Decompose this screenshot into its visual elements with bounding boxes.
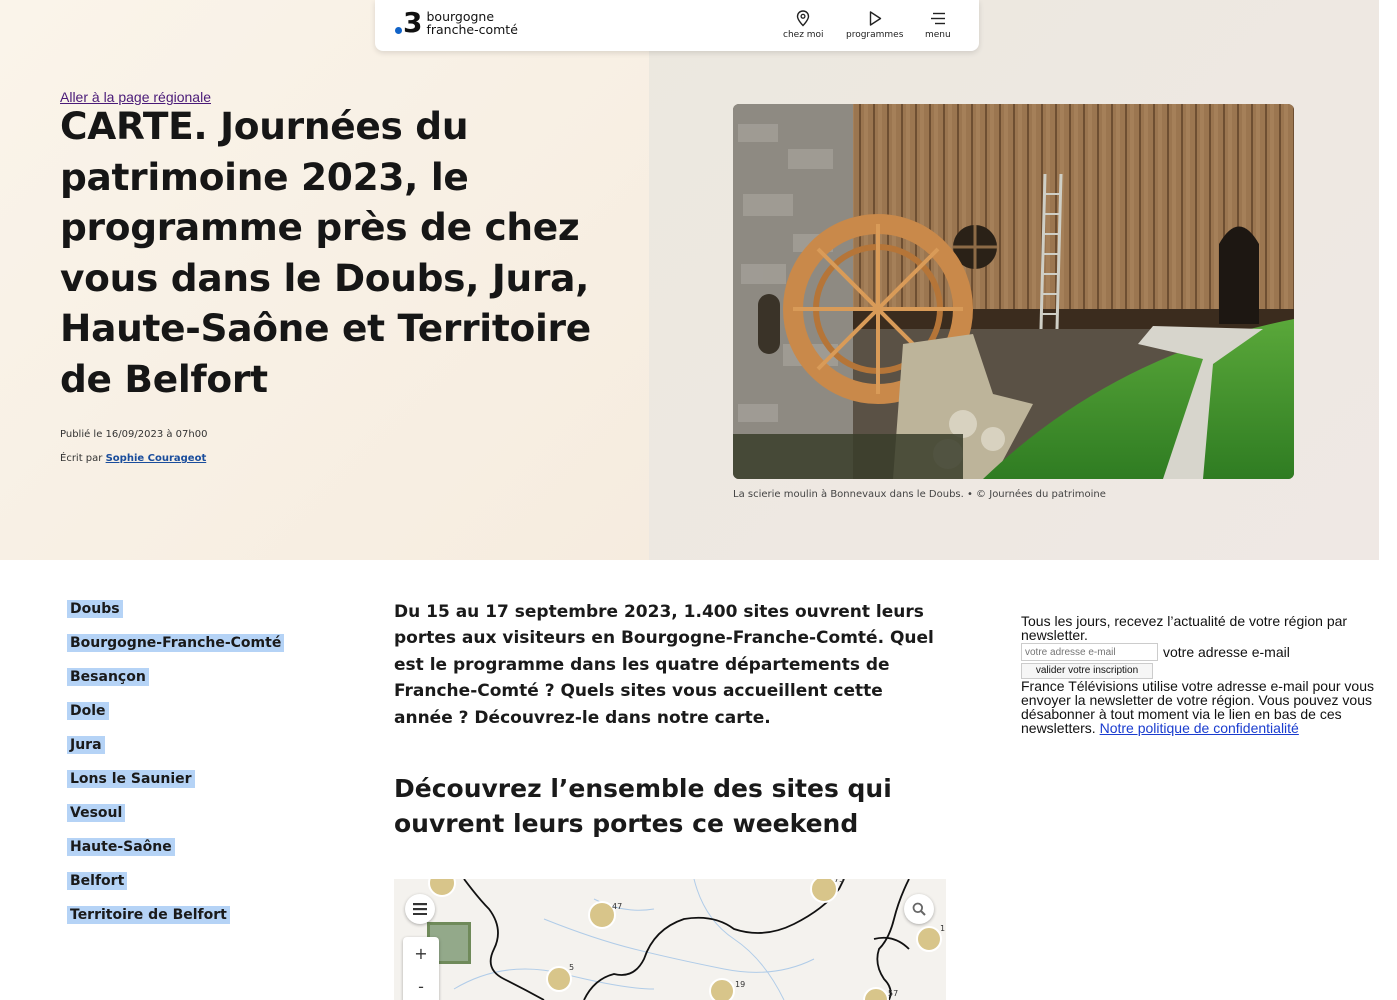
logo-text: bourgogne franche-comté: [426, 10, 517, 36]
published-date: 16/09/2023 à 07h00: [105, 429, 208, 440]
author-link[interactable]: Sophie Courageot: [106, 453, 207, 464]
page-title: CARTE. Journées du patrimoine 2023, le p…: [60, 104, 591, 401]
tag-lons-le-saunier[interactable]: Lons le Saunier: [67, 770, 195, 788]
map-canvas: 47 5 19 57 75 1: [394, 879, 946, 1000]
nav-chez-moi-label: chez moi: [783, 30, 824, 40]
newsletter-legal: France Télévisions utilise votre adresse…: [1021, 679, 1376, 735]
scrollbar-track[interactable]: [1379, 0, 1397, 1000]
tag-doubs[interactable]: Doubs: [67, 600, 123, 618]
zoom-in-button[interactable]: +: [403, 937, 439, 970]
email-field-label: votre adresse e-mail: [1163, 644, 1290, 660]
tag-bourgogne-franche-comte[interactable]: Bourgogne-Franche-Comté: [67, 634, 285, 652]
logo-line2: franche-comté: [426, 22, 518, 37]
email-field[interactable]: [1021, 643, 1158, 661]
tag-haute-saone[interactable]: Haute-Saône: [67, 838, 175, 856]
publish-date-line: Publié le 16/09/2023 à 07h00: [60, 429, 207, 440]
image-caption: La scierie moulin à Bonnevaux dans le Do…: [733, 489, 1106, 500]
nav-menu-label: menu: [925, 30, 951, 40]
map-search-button[interactable]: [904, 894, 934, 924]
published-prefix: Publié le: [60, 429, 103, 440]
tag-jura[interactable]: Jura: [67, 736, 105, 754]
newsletter-form: votre adresse e-mail: [1021, 643, 1376, 661]
zoom-out-button[interactable]: -: [403, 970, 439, 1000]
location-pin-icon: [797, 10, 810, 27]
nav-programmes[interactable]: programmes: [846, 10, 903, 40]
hero-image: [733, 104, 1294, 479]
cluster-label-19: 19: [735, 980, 745, 989]
logo-dot-icon: [395, 26, 402, 34]
article-subheading: Découvrez l’ensemble des sites qui ouvre…: [394, 774, 892, 838]
tag-belfort[interactable]: Belfort: [67, 872, 128, 890]
cluster-label-57: 57: [888, 989, 898, 998]
sites-map[interactable]: 47 5 19 57 75 1 + -: [394, 879, 946, 1000]
newsletter-intro: Tous les jours, recevez l’actualité de v…: [1021, 613, 1348, 643]
author-prefix: Écrit par: [60, 453, 103, 464]
cluster-label-1: 1: [940, 924, 945, 933]
tag-dole[interactable]: Dole: [67, 702, 109, 720]
site-logo[interactable]: 3 bourgogne franche-comté: [395, 9, 518, 37]
tag-besancon[interactable]: Besançon: [67, 668, 149, 686]
nav-chez-moi[interactable]: chez moi: [783, 10, 824, 40]
article-intro: Du 15 au 17 septembre 2023, 1.400 sites …: [394, 602, 934, 728]
cluster-label-75: 75: [834, 879, 844, 884]
list-icon: [413, 903, 427, 915]
logo-number: 3: [403, 6, 423, 39]
cluster-label-47: 47: [612, 902, 622, 911]
newsletter-box: Tous les jours, recevez l’actualité de v…: [1021, 614, 1376, 735]
author-line: Écrit par Sophie Courageot: [60, 453, 206, 464]
subscribe-button[interactable]: valider votre inscription: [1021, 663, 1153, 679]
play-icon: [869, 11, 881, 26]
map-layers-button[interactable]: [405, 894, 435, 924]
tag-territoire-de-belfort[interactable]: Territoire de Belfort: [67, 906, 230, 924]
map-zoom-control: + -: [403, 937, 439, 1000]
nav-menu[interactable]: menu: [925, 10, 951, 40]
top-nav: 3 bourgogne franche-comté chez moi progr…: [375, 0, 979, 51]
cluster-label-5: 5: [569, 963, 574, 972]
tag-vesoul[interactable]: Vesoul: [67, 804, 126, 822]
hamburger-icon: [930, 12, 945, 25]
nav-programmes-label: programmes: [846, 30, 904, 40]
search-icon: [912, 902, 926, 916]
privacy-policy-link[interactable]: Notre politique de confidentialité: [1100, 720, 1299, 736]
